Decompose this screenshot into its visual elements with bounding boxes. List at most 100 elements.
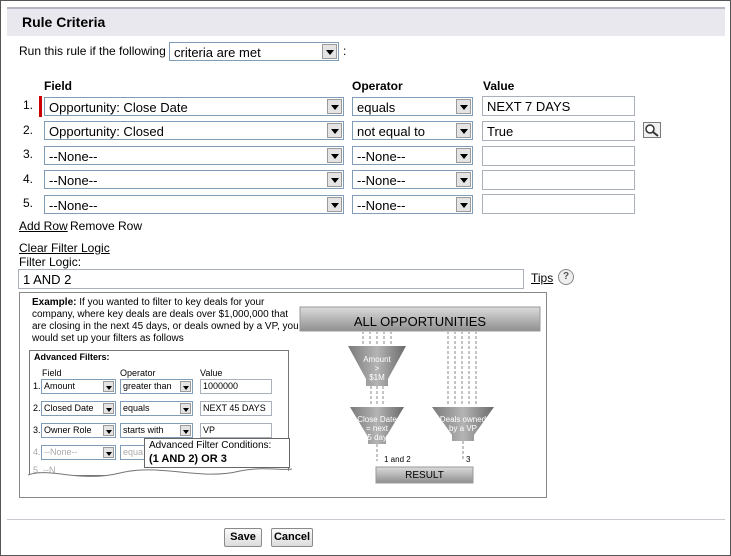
mini-row-number: 1. (33, 381, 41, 391)
filter-logic-label: Filter Logic: (19, 255, 82, 269)
clear-filter-logic-link[interactable]: Clear Filter Logic (19, 241, 110, 255)
field-select-2[interactable]: Opportunity: Closed (44, 121, 344, 140)
field-column-header: Field (44, 79, 73, 93)
mini-field-value: --None-- (44, 447, 78, 457)
help-icon[interactable]: ? (558, 269, 574, 285)
value-input-3[interactable] (482, 146, 635, 166)
example-text: Example: If you wanted to filter to key … (32, 297, 302, 345)
funnel-diagram: ALL OPPORTUNITIES Amount > $1M Close Date =… (298, 301, 542, 487)
field-select-value: --None-- (49, 198, 98, 213)
funnel-text: 45 days (362, 433, 392, 442)
operator-select-5[interactable]: --None-- (352, 195, 473, 214)
criteria-select[interactable]: criteria are met (169, 42, 339, 61)
chevron-down-icon (103, 425, 114, 436)
example-label: Example: (32, 297, 77, 308)
chevron-down-icon (456, 123, 471, 138)
chevron-down-icon (180, 403, 191, 414)
diagram-label-1-and-2: 1 and 2 (384, 455, 411, 464)
mini-operator-select: greater than (120, 379, 193, 394)
field-select-value: Opportunity: Closed (49, 124, 164, 139)
tips-link[interactable]: Tips (531, 271, 553, 285)
mini-value-input: VP (200, 423, 272, 438)
cancel-button[interactable]: Cancel (271, 528, 313, 547)
field-select-1[interactable]: Opportunity: Close Date (44, 97, 344, 116)
add-row-link[interactable]: Add Row (19, 219, 68, 233)
chevron-down-icon (103, 403, 114, 414)
mini-field-select: Closed Date (41, 401, 116, 416)
mini-field-value: Closed Date (44, 403, 94, 413)
mini-operator-value: starts with (123, 425, 164, 435)
mini-operator-value: equa (123, 447, 144, 457)
mini-field-value: Owner Role (44, 425, 92, 435)
chevron-down-icon (327, 99, 342, 114)
funnel-text: = next (365, 424, 388, 433)
funnel-text: > (374, 364, 380, 373)
mini-operator-select: starts with (120, 423, 193, 438)
diagram-label-3: 3 (466, 455, 471, 464)
value-input-2[interactable]: True (482, 121, 635, 141)
mini-value-input: 1000000 (200, 379, 272, 394)
chevron-down-icon (180, 425, 191, 436)
remove-row-text: Remove Row (70, 219, 143, 233)
row-number: 1. (23, 98, 34, 112)
mini-field-select: Amount (41, 379, 116, 394)
field-select-3[interactable]: --None-- (44, 146, 344, 165)
mini-value-header: Value (200, 368, 223, 378)
funnel-vp-label: Deals owned by a VP (432, 415, 494, 433)
mini-field-header: Field (42, 368, 62, 378)
adv-filters-title: Advanced Filters: (34, 352, 110, 362)
conditions-title: Advanced Filter Conditions: (149, 440, 272, 451)
operator-select-3[interactable]: --None-- (352, 146, 473, 165)
mini-operator-header: Operator (120, 368, 156, 378)
conditions-or: OR (201, 453, 218, 465)
mini-operator-value: greater than (123, 381, 172, 391)
diagram-result: RESULT (405, 470, 444, 481)
lookup-icon[interactable] (643, 122, 661, 138)
mini-operator-select: equals (120, 401, 193, 416)
row-number: 3. (23, 147, 34, 161)
mini-field-select: Owner Role (41, 423, 116, 438)
chevron-down-icon (103, 447, 114, 458)
chevron-down-icon (327, 123, 342, 138)
operator-select-4[interactable]: --None-- (352, 170, 473, 189)
value-input-1[interactable]: NEXT 7 DAYS (482, 96, 635, 116)
field-select-value: --None-- (49, 173, 98, 188)
mini-row-number: 3. (33, 425, 41, 435)
funnel-text: Close Date (357, 415, 397, 424)
chevron-down-icon (456, 172, 471, 187)
operator-select-value: not equal to (357, 124, 425, 139)
run-rule-label: Run this rule if the following (19, 44, 166, 58)
operator-column-header: Operator (352, 79, 403, 93)
conditions-value: (1 AND 2) OR 3 (149, 453, 227, 465)
chevron-down-icon (103, 381, 114, 392)
chevron-down-icon (327, 197, 342, 212)
required-indicator (39, 96, 42, 117)
value-input-4[interactable] (482, 170, 635, 190)
funnel-close-date-label: Close Date = next 45 days (348, 415, 406, 442)
mini-value-input: NEXT 45 DAYS (200, 401, 272, 416)
example-panel: Example: If you wanted to filter to key … (19, 292, 547, 498)
operator-select-1[interactable]: equals (352, 97, 473, 116)
conditions-part: (1 AND 2) (149, 453, 202, 465)
chevron-down-icon (456, 197, 471, 212)
field-select-4[interactable]: --None-- (44, 170, 344, 189)
rule-criteria-panel: Rule Criteria Run this rule if the follo… (0, 0, 731, 556)
field-select-5[interactable]: --None-- (44, 195, 344, 214)
mini-row-number: 4. (33, 447, 41, 457)
row-number: 5. (23, 196, 34, 210)
operator-select-2[interactable]: not equal to (352, 121, 473, 140)
save-button[interactable]: Save (224, 528, 262, 547)
field-select-value: --None-- (49, 149, 98, 164)
mini-row-number: 2. (33, 403, 41, 413)
chevron-down-icon (456, 148, 471, 163)
chevron-down-icon (180, 381, 191, 392)
advanced-filter-conditions-box: Advanced Filter Conditions: (1 AND 2) OR… (144, 438, 290, 468)
field-select-value: Opportunity: Close Date (49, 100, 188, 115)
criteria-select-value: criteria are met (174, 45, 261, 60)
value-input-5[interactable] (482, 194, 635, 214)
row-number: 4. (23, 172, 34, 186)
chevron-down-icon (327, 148, 342, 163)
operator-select-value: --None-- (357, 173, 406, 188)
section-header: Rule Criteria (7, 7, 725, 36)
filter-logic-input[interactable]: 1 AND 2 (18, 269, 524, 289)
